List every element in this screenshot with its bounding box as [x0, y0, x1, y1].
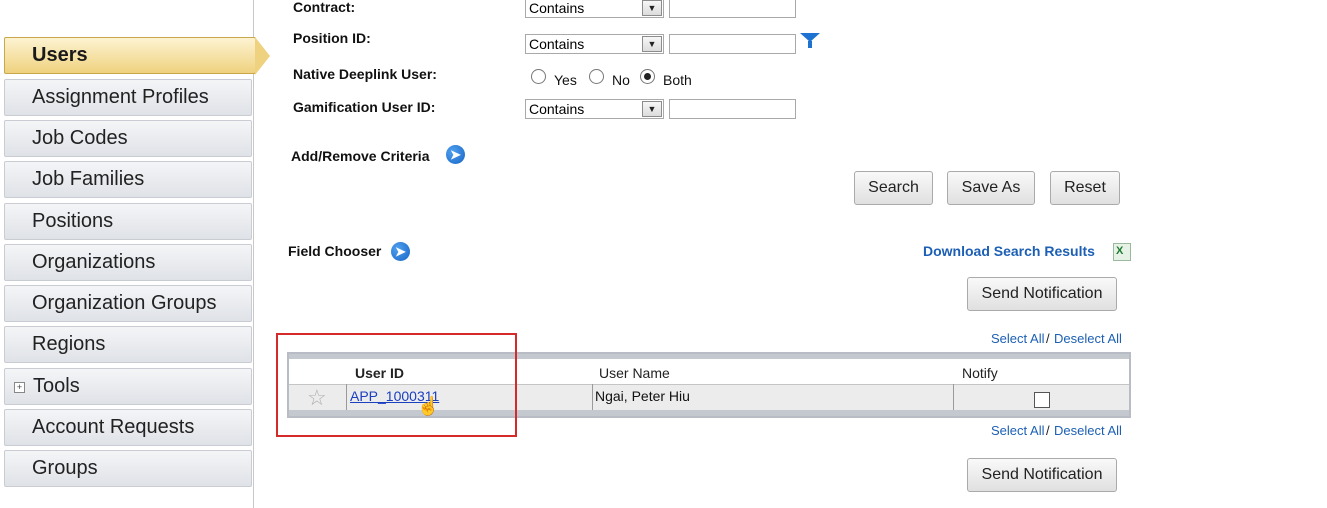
- chevron-down-icon[interactable]: ▼: [642, 0, 662, 16]
- header-notify[interactable]: Notify: [962, 365, 998, 381]
- contract-operator-value: Contains: [529, 0, 585, 16]
- sidebar-item-label: Organizations: [32, 251, 156, 273]
- gamification-operator-select[interactable]: Contains ▼: [525, 99, 664, 119]
- select-all-link-top[interactable]: Select All: [991, 331, 1044, 346]
- chevron-down-icon[interactable]: ▼: [642, 101, 662, 117]
- sidebar: Users Assignment Profiles Job Codes Job …: [0, 0, 270, 508]
- separator-bottom: /: [1046, 423, 1050, 438]
- sidebar-item-label: Regions: [32, 333, 106, 355]
- sidebar-item-label: Organization Groups: [32, 292, 217, 314]
- search-button[interactable]: Search: [854, 171, 933, 205]
- radio-both-label: Both: [663, 72, 692, 88]
- sidebar-item-tools[interactable]: + Tools: [4, 368, 252, 405]
- column-divider: [592, 384, 593, 412]
- sidebar-item-label: Groups: [32, 457, 98, 479]
- sidebar-item-users[interactable]: Users: [4, 37, 270, 75]
- sidebar-item-label: Assignment Profiles: [32, 86, 209, 108]
- expand-plus-icon[interactable]: +: [14, 382, 25, 393]
- save-as-button[interactable]: Save As: [947, 171, 1035, 205]
- user-name-cell: Ngai, Peter Hiu: [595, 388, 690, 404]
- select-all-link-bottom[interactable]: Select All: [991, 423, 1044, 438]
- add-remove-criteria-label[interactable]: Add/Remove Criteria: [291, 148, 429, 164]
- field-chooser-label[interactable]: Field Chooser: [288, 243, 381, 259]
- radio-yes-label: Yes: [554, 72, 577, 88]
- sidebar-item-regions[interactable]: Regions: [4, 326, 252, 363]
- sidebar-item-label: Job Codes: [32, 127, 128, 149]
- position-id-input[interactable]: [669, 34, 796, 54]
- active-arrow-icon: [255, 37, 270, 75]
- position-id-label: Position ID:: [293, 30, 371, 46]
- sidebar-item-organization-groups[interactable]: Organization Groups: [4, 285, 252, 322]
- contract-input[interactable]: [669, 0, 796, 18]
- sidebar-item-account-requests[interactable]: Account Requests: [4, 409, 252, 446]
- radio-no-label: No: [612, 72, 630, 88]
- radio-both[interactable]: [640, 69, 655, 84]
- sidebar-item-label: Account Requests: [32, 416, 195, 438]
- native-deeplink-label: Native Deeplink User:: [293, 66, 437, 82]
- download-search-results-link[interactable]: Download Search Results: [923, 243, 1095, 259]
- deselect-all-link-bottom[interactable]: Deselect All: [1054, 423, 1122, 438]
- sidebar-item-job-codes[interactable]: Job Codes: [4, 120, 252, 157]
- chevron-down-icon[interactable]: ▼: [642, 36, 662, 52]
- sidebar-item-positions[interactable]: Positions: [4, 203, 252, 240]
- sidebar-item-job-families[interactable]: Job Families: [4, 161, 252, 198]
- sidebar-item-label: Positions: [32, 210, 114, 232]
- send-notification-button-top[interactable]: Send Notification: [967, 277, 1117, 311]
- highlight-box: [276, 333, 517, 437]
- contract-label: Contract:: [293, 0, 356, 15]
- sidebar-item-label: Job Families: [32, 168, 145, 190]
- excel-icon[interactable]: [1113, 243, 1131, 261]
- gamification-input[interactable]: [669, 99, 796, 119]
- sidebar-item-label: Tools: [33, 375, 80, 397]
- radio-yes[interactable]: [531, 69, 546, 84]
- filter-icon[interactable]: [800, 33, 820, 48]
- notify-checkbox[interactable]: [1034, 392, 1050, 408]
- deselect-all-link-top[interactable]: Deselect All: [1054, 331, 1122, 346]
- radio-no[interactable]: [589, 69, 604, 84]
- column-divider: [953, 384, 954, 412]
- hand-cursor-icon: ☝: [417, 396, 440, 416]
- reset-button[interactable]: Reset: [1050, 171, 1120, 205]
- sidebar-item-label: Users: [32, 44, 88, 66]
- sidebar-item-groups[interactable]: Groups: [4, 450, 252, 487]
- gamification-operator-value: Contains: [529, 101, 585, 117]
- sidebar-item-assignment-profiles[interactable]: Assignment Profiles: [4, 79, 252, 116]
- position-id-operator-value: Contains: [529, 36, 585, 52]
- arrow-right-icon[interactable]: ➤: [446, 145, 465, 164]
- contract-operator-select[interactable]: Contains ▼: [525, 0, 664, 18]
- header-user-name[interactable]: User Name: [599, 365, 670, 381]
- arrow-right-icon[interactable]: ➤: [391, 242, 410, 261]
- sidebar-item-organizations[interactable]: Organizations: [4, 244, 252, 281]
- position-id-operator-select[interactable]: Contains ▼: [525, 34, 664, 54]
- separator-top: /: [1046, 331, 1050, 346]
- send-notification-button-bottom[interactable]: Send Notification: [967, 458, 1117, 492]
- gamification-label: Gamification User ID:: [293, 99, 436, 115]
